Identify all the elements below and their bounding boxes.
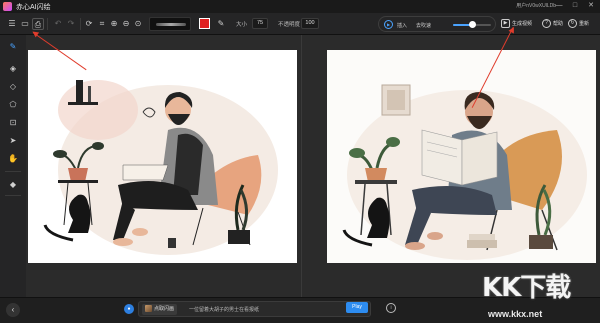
watermark-logo: KK下载 www.kkx.net (478, 265, 598, 323)
select-icon[interactable]: ⊡ (6, 116, 20, 130)
reset-button[interactable]: ↻ 重新 (568, 18, 589, 30)
minimize-icon[interactable]: — (553, 1, 565, 11)
title-bar: 赤心AI闪绘 用户nV0wXUlLDb — □ ✕ (0, 0, 600, 13)
close-icon[interactable]: ✕ (585, 1, 597, 11)
speed-control: ▶ 插入 去吹速 (378, 16, 496, 32)
user-id[interactable]: 用户nV0wXUlLDb (516, 2, 556, 9)
source-image[interactable] (28, 50, 297, 263)
eraser-icon[interactable]: ◇ (6, 80, 20, 94)
insert-play-icon[interactable]: ▶ (384, 20, 393, 29)
prompt-input[interactable]: 点取闪画 一位留着大胡子的男士在看报纸 (138, 301, 371, 317)
brush-icon[interactable]: ✎ (6, 40, 20, 54)
video-icon: ▶ (501, 19, 510, 29)
crop-icon[interactable]: ⌗ (96, 18, 108, 30)
insert-label[interactable]: 插入 (397, 22, 407, 29)
menu-icon[interactable]: ☰ (6, 18, 18, 30)
size-input[interactable]: 75 (252, 18, 268, 29)
play-button[interactable]: Play (346, 302, 368, 313)
opacity-label: 不透明度 (278, 22, 301, 28)
speed-slider-knob[interactable] (468, 21, 476, 28)
model-selector[interactable]: 点取闪画 (142, 304, 178, 315)
model-thumbnail (145, 305, 152, 313)
redo-icon[interactable]: ↷ (65, 18, 77, 30)
info-icon[interactable]: i (386, 303, 396, 313)
eyedropper-icon[interactable]: ✎ (215, 18, 227, 30)
zoom-in-icon[interactable]: ⊕ (108, 18, 120, 30)
result-image[interactable] (327, 50, 596, 263)
speed-label: 去吹速 (416, 23, 432, 29)
tool-panel: ✎ ◈ ◇ ⬠ ⊡ ➤ ✋ ◆ (0, 35, 26, 323)
save-icon[interactable]: ▭ (19, 18, 31, 30)
help-button[interactable]: ? 帮助 (542, 18, 563, 30)
brush-preview[interactable] (149, 17, 191, 31)
watermark-text: KK下载 (482, 273, 571, 303)
watermark-url: www.kkx.net (488, 309, 543, 319)
fit-icon[interactable]: ⊙ (132, 18, 144, 30)
zoom-out-icon[interactable]: ⊖ (120, 18, 132, 30)
undo-icon[interactable]: ↶ (52, 18, 64, 30)
layers-icon[interactable]: ◆ (6, 178, 20, 192)
color-swatch[interactable] (199, 18, 210, 29)
hand-icon[interactable]: ✋ (6, 152, 20, 166)
canvas-divider[interactable] (301, 35, 302, 297)
refresh-icon: ↻ (568, 19, 577, 29)
microphone-icon[interactable]: ● (124, 304, 134, 314)
app-logo (3, 2, 12, 11)
speed-slider[interactable] (453, 21, 491, 28)
size-label: 大小 (236, 22, 248, 28)
back-icon[interactable]: ‹ (6, 303, 20, 317)
rotate-icon[interactable]: ⟳ (83, 18, 95, 30)
lasso-icon[interactable]: ⬠ (6, 98, 20, 112)
maximize-icon[interactable]: □ (569, 1, 581, 11)
pointer-icon[interactable]: ➤ (6, 134, 20, 148)
fill-icon[interactable]: ◈ (6, 62, 20, 76)
help-icon: ? (542, 19, 551, 29)
prompt-text[interactable]: 一位留着大胡子的男士在看报纸 (189, 306, 259, 313)
opacity-input[interactable]: 100 (301, 18, 319, 29)
app-title: 赤心AI闪绘 (16, 3, 51, 11)
